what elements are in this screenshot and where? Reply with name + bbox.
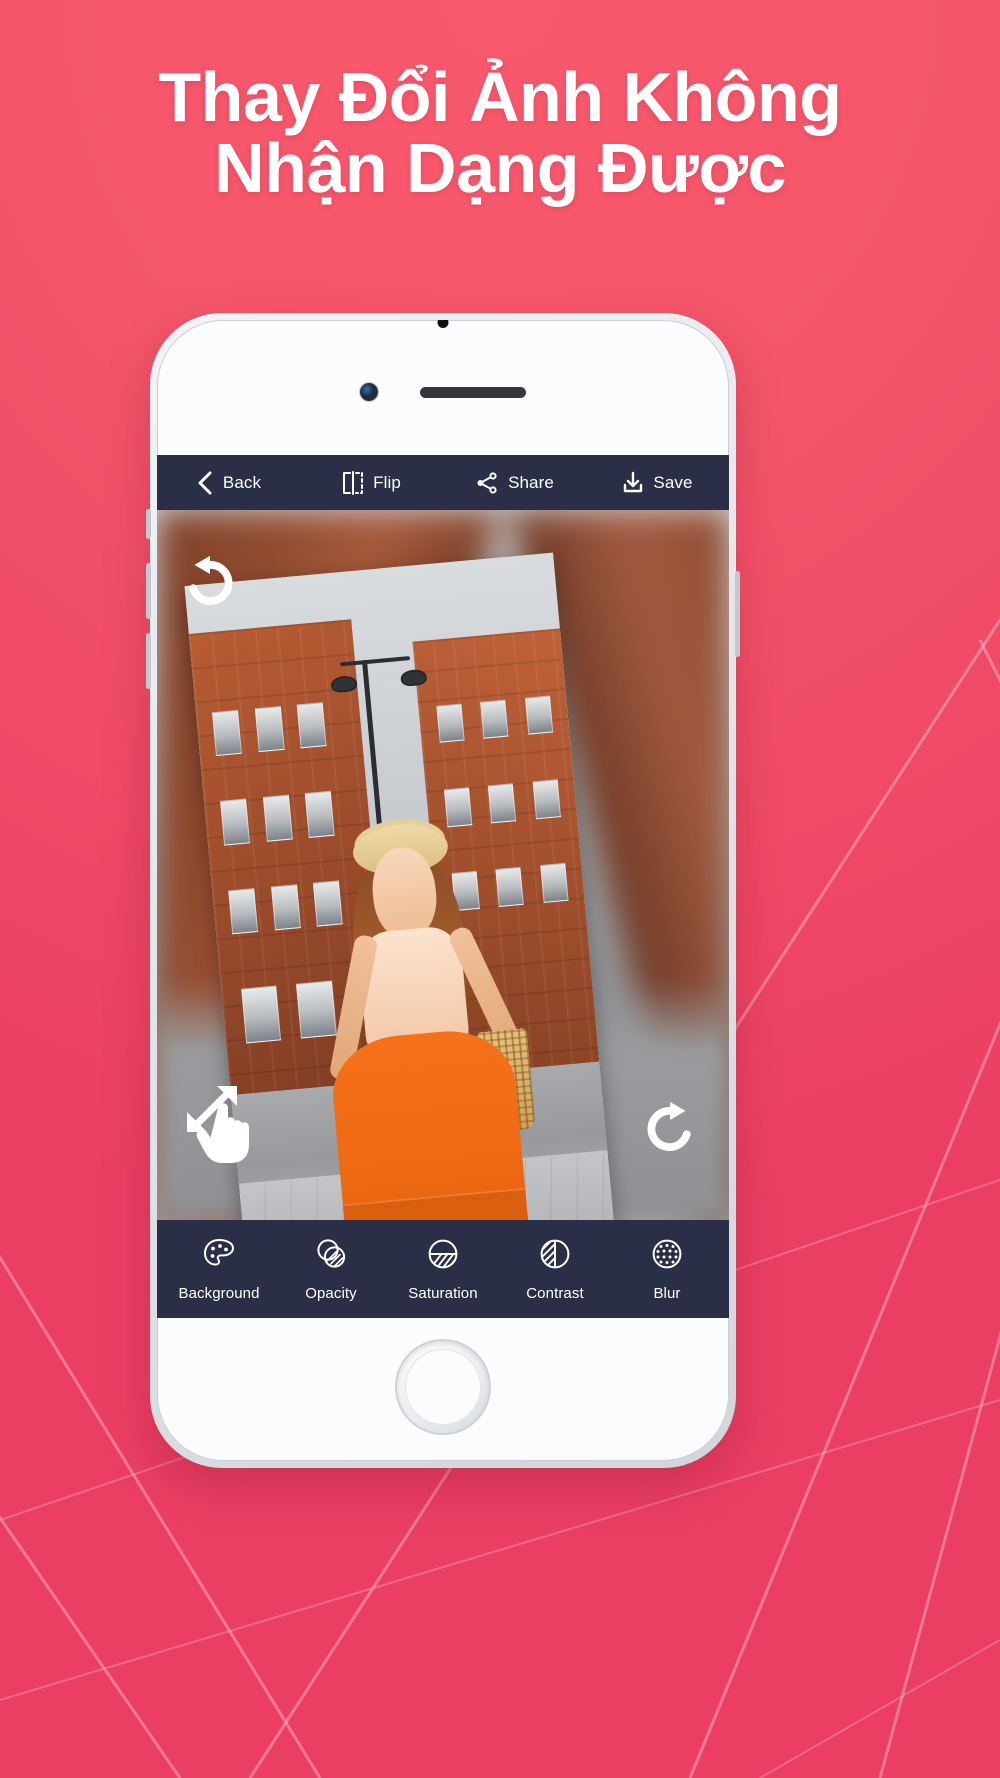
tool-saturation-label: Saturation xyxy=(408,1284,478,1302)
share-nodes-icon xyxy=(475,471,499,495)
app-top-toolbar: Back Flip Share Save xyxy=(157,455,729,510)
resize-hand-icon xyxy=(187,1086,249,1163)
page-title: Thay Đổi Ảnh Không Nhận Dạng Được xyxy=(0,61,1000,208)
earpiece-speaker xyxy=(420,386,526,398)
tool-opacity[interactable]: Opacity xyxy=(275,1237,387,1302)
front-camera-icon xyxy=(360,383,378,401)
photo-editing-canvas[interactable] xyxy=(157,510,729,1220)
resize-drag-handle[interactable] xyxy=(181,1082,277,1168)
tool-background-label: Background xyxy=(178,1284,260,1302)
save-button-label: Save xyxy=(653,473,693,492)
phone-home-button[interactable] xyxy=(397,1341,489,1433)
blur-dots-icon xyxy=(650,1237,684,1276)
phone-screen: Back Flip Share Save Background Opacity … xyxy=(157,455,729,1318)
phone-power-button[interactable] xyxy=(735,571,740,657)
photo-subject-woman xyxy=(295,793,543,1220)
tool-contrast[interactable]: Contrast xyxy=(499,1237,611,1302)
tool-blur[interactable]: Blur xyxy=(611,1237,723,1302)
phone-sensor-row xyxy=(157,382,729,402)
back-button[interactable]: Back xyxy=(157,471,300,495)
share-button[interactable]: Share xyxy=(443,471,586,495)
palette-icon xyxy=(202,1237,236,1276)
flip-button[interactable]: Flip xyxy=(300,470,443,495)
contrast-icon xyxy=(538,1237,572,1276)
tool-background[interactable]: Background xyxy=(163,1237,275,1302)
page-title-line-1: Thay Đổi Ảnh Không xyxy=(158,58,842,136)
rotate-counter-clockwise-handle[interactable] xyxy=(179,552,241,614)
tool-saturation[interactable]: Saturation xyxy=(387,1237,499,1302)
phone-silent-switch[interactable] xyxy=(146,509,151,539)
opacity-circles-icon xyxy=(314,1237,348,1276)
saturation-half-icon xyxy=(426,1237,460,1276)
phone-mockup: Back Flip Share Save Background Opacity … xyxy=(146,313,740,1468)
tool-contrast-label: Contrast xyxy=(526,1284,584,1302)
phone-volume-up-button[interactable] xyxy=(146,563,151,619)
flip-horizontal-icon xyxy=(342,470,364,495)
download-save-icon xyxy=(622,471,644,495)
photo-subject-skirt xyxy=(328,1025,531,1220)
app-bottom-toolbar: Background Opacity Saturation Contrast B… xyxy=(157,1220,729,1318)
rotate-right-icon xyxy=(647,1101,691,1151)
share-button-label: Share xyxy=(508,473,554,492)
rotate-left-icon xyxy=(189,555,233,605)
tool-blur-label: Blur xyxy=(653,1284,681,1302)
page-title-line-2: Nhận Dạng Được xyxy=(214,129,786,208)
phone-body: Back Flip Share Save Background Opacity … xyxy=(157,320,729,1461)
phone-microphone-dot xyxy=(437,320,449,328)
flip-button-label: Flip xyxy=(373,473,401,492)
save-button[interactable]: Save xyxy=(586,471,729,495)
back-button-label: Back xyxy=(222,473,262,492)
rotate-clockwise-handle[interactable] xyxy=(639,1098,701,1160)
tool-opacity-label: Opacity xyxy=(305,1284,357,1302)
chevron-left-icon xyxy=(196,471,214,495)
phone-volume-down-button[interactable] xyxy=(146,633,151,689)
